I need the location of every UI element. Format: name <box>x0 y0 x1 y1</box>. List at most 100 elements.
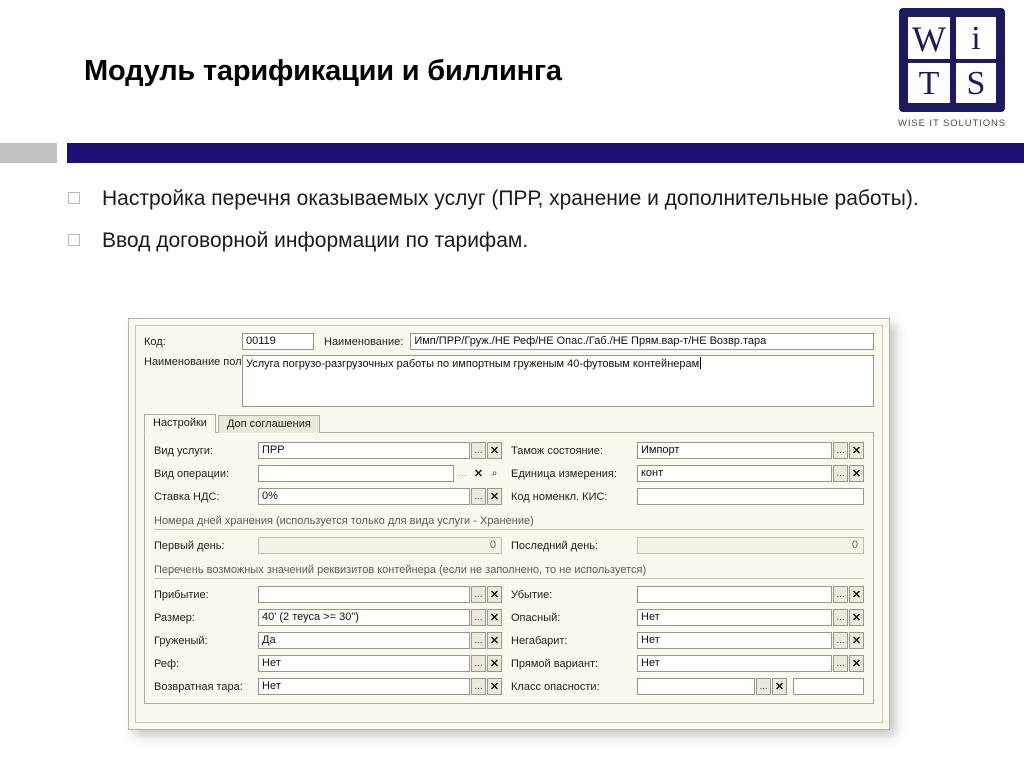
returnable-packaging-input[interactable]: Нет <box>258 678 470 695</box>
tab-settings[interactable]: Настройки <box>144 414 216 433</box>
reefer-input[interactable]: Нет <box>258 655 470 672</box>
departure-ellipsis-button[interactable]: ... <box>833 586 848 603</box>
operation-type-row: Вид операции: ... ✕ ⌕ <box>154 465 502 482</box>
hazard-class-label: Класс опасности: <box>511 680 600 693</box>
settings-right-column: Тамож состояние: Импорт ... ✕ Единица из… <box>502 442 864 511</box>
loaded-clear-button[interactable]: ✕ <box>487 632 502 649</box>
header-rule-navy <box>67 143 1024 163</box>
container-attributes-grid: Прибытие: ... ✕ Размер: 40' (2 теуса >= … <box>154 586 864 695</box>
logo-letter-i: i <box>956 17 996 59</box>
loaded-ellipsis-button[interactable]: ... <box>471 632 486 649</box>
customs-status-clear-button[interactable]: ✕ <box>849 442 864 459</box>
unit-of-measure-ellipsis-button[interactable]: ... <box>833 465 848 482</box>
service-type-ellipsis-button[interactable]: ... <box>471 442 486 459</box>
returnable-packaging-clear-button[interactable]: ✕ <box>487 678 502 695</box>
departure-clear-button[interactable]: ✕ <box>849 586 864 603</box>
bullet-square-icon <box>68 192 80 204</box>
logo-letter-w: W <box>908 17 950 59</box>
name-input[interactable]: Имп/ПРР/Груж./НЕ Реф/НЕ Опас./Габ./НЕ Пр… <box>410 333 874 350</box>
returnable-packaging-ellipsis-button[interactable]: ... <box>471 678 486 695</box>
dangerous-label: Опасный: <box>511 611 561 624</box>
logo-tagline: WISE IT SOLUTIONS <box>897 118 1007 129</box>
full-name-row: Наименование полное (для печатных форм):… <box>144 355 874 407</box>
reefer-ellipsis-button[interactable]: ... <box>471 655 486 672</box>
customs-status-label: Тамож состояние: <box>511 444 603 457</box>
vat-rate-ellipsis-button[interactable]: ... <box>471 488 486 505</box>
service-type-clear-button[interactable]: ✕ <box>487 442 502 459</box>
arrival-row: Прибытие: ... ✕ <box>154 586 502 603</box>
name-label: Наименование: <box>324 335 404 348</box>
vat-rate-input[interactable]: 0% <box>258 488 470 505</box>
hazard-class-input[interactable] <box>637 678 755 695</box>
loaded-input[interactable]: Да <box>258 632 470 649</box>
container-attributes-section-title: Перечень возможных значений реквизитов к… <box>154 564 864 579</box>
first-day-input[interactable]: 0 <box>258 537 502 554</box>
oversized-input[interactable]: Нет <box>637 632 832 649</box>
hazard-class-clear-button[interactable]: ✕ <box>772 678 787 695</box>
reefer-row: Реф: Нет ... ✕ <box>154 655 502 672</box>
size-input[interactable]: 40' (2 теуса >= 30") <box>258 609 470 626</box>
dangerous-ellipsis-button[interactable]: ... <box>833 609 848 626</box>
returnable-packaging-label: Возвратная тара: <box>154 680 243 693</box>
oversized-ellipsis-button[interactable]: ... <box>833 632 848 649</box>
first-day-label: Первый день: <box>154 539 225 552</box>
dangerous-input[interactable]: Нет <box>637 609 832 626</box>
code-label: Код: <box>144 335 166 348</box>
service-type-row: Вид услуги: ПРР ... ✕ <box>154 442 502 459</box>
page-title: Модуль тарификации и биллинга <box>84 55 562 87</box>
arrival-ellipsis-button[interactable]: ... <box>471 586 486 603</box>
unit-of-measure-label: Единица измерения: <box>511 467 617 480</box>
code-input[interactable]: 00119 <box>242 333 314 350</box>
customs-status-ellipsis-button[interactable]: ... <box>833 442 848 459</box>
kis-nomenclature-code-input[interactable] <box>637 488 864 505</box>
returnable-packaging-row: Возвратная тара: Нет ... ✕ <box>154 678 502 695</box>
direct-variant-clear-button[interactable]: ✕ <box>849 655 864 672</box>
arrival-clear-button[interactable]: ✕ <box>487 586 502 603</box>
hazard-class-ellipsis-button[interactable]: ... <box>756 678 771 695</box>
bullet-list: Настройка перечня оказываемых услуг (ПРР… <box>68 183 1008 267</box>
arrival-label: Прибытие: <box>154 588 209 601</box>
bullet-square-icon <box>68 234 80 246</box>
vat-rate-clear-button[interactable]: ✕ <box>487 488 502 505</box>
full-name-input[interactable]: Услуга погрузо-разгрузочных работы по им… <box>242 355 874 407</box>
service-type-input[interactable]: ПРР <box>258 442 470 459</box>
first-day-row: Первый день: 0 <box>154 537 502 554</box>
operation-type-search-icon[interactable]: ⌕ <box>487 465 502 482</box>
operation-type-label: Вид операции: <box>154 467 230 480</box>
header-rule-gray <box>0 143 57 163</box>
unit-of-measure-input[interactable]: конт <box>637 465 832 482</box>
size-row: Размер: 40' (2 теуса >= 30") ... ✕ <box>154 609 502 626</box>
direct-variant-input[interactable]: Нет <box>637 655 832 672</box>
reefer-label: Реф: <box>154 657 180 670</box>
tab-supplementary-agreements[interactable]: Доп соглашения <box>217 415 320 433</box>
hazard-class-secondary-input[interactable] <box>793 678 864 695</box>
settings-grid: Вид услуги: ПРР ... ✕ Вид операции: ... … <box>154 442 864 511</box>
direct-variant-row: Прямой вариант: Нет ... ✕ <box>511 655 864 672</box>
operation-type-clear-button[interactable]: ✕ <box>471 465 486 482</box>
storage-days-section-title: Номера дней хранения (используется тольк… <box>154 515 864 530</box>
arrival-input[interactable] <box>258 586 470 603</box>
last-day-label: Последний день: <box>511 539 599 552</box>
unit-of-measure-clear-button[interactable]: ✕ <box>849 465 864 482</box>
operation-type-ellipsis-button[interactable]: ... <box>455 465 470 482</box>
last-day-input[interactable]: 0 <box>637 537 864 554</box>
tab-panel-settings: Вид услуги: ПРР ... ✕ Вид операции: ... … <box>144 433 874 704</box>
size-ellipsis-button[interactable]: ... <box>471 609 486 626</box>
vat-rate-row: Ставка НДС: 0% ... ✕ <box>154 488 502 505</box>
departure-input[interactable] <box>637 586 832 603</box>
size-clear-button[interactable]: ✕ <box>487 609 502 626</box>
container-attributes-right: Убытие: ... ✕ Опасный: Нет ... ✕ Негабар… <box>502 586 864 695</box>
logo-mark: W i T S <box>899 8 1005 112</box>
reefer-clear-button[interactable]: ✕ <box>487 655 502 672</box>
vat-rate-label: Ставка НДС: <box>154 490 220 503</box>
oversized-label: Негабарит: <box>511 634 568 647</box>
dangerous-clear-button[interactable]: ✕ <box>849 609 864 626</box>
direct-variant-label: Прямой вариант: <box>511 657 599 670</box>
kis-nomenclature-code-label: Код номенкл. КИС: <box>511 490 608 503</box>
operation-type-input[interactable] <box>258 465 454 482</box>
direct-variant-ellipsis-button[interactable]: ... <box>833 655 848 672</box>
customs-status-input[interactable]: Импорт <box>637 442 832 459</box>
bullet-text: Ввод договорной информации по тарифам. <box>102 229 529 252</box>
unit-of-measure-row: Единица измерения: конт ... ✕ <box>511 465 864 482</box>
oversized-clear-button[interactable]: ✕ <box>849 632 864 649</box>
